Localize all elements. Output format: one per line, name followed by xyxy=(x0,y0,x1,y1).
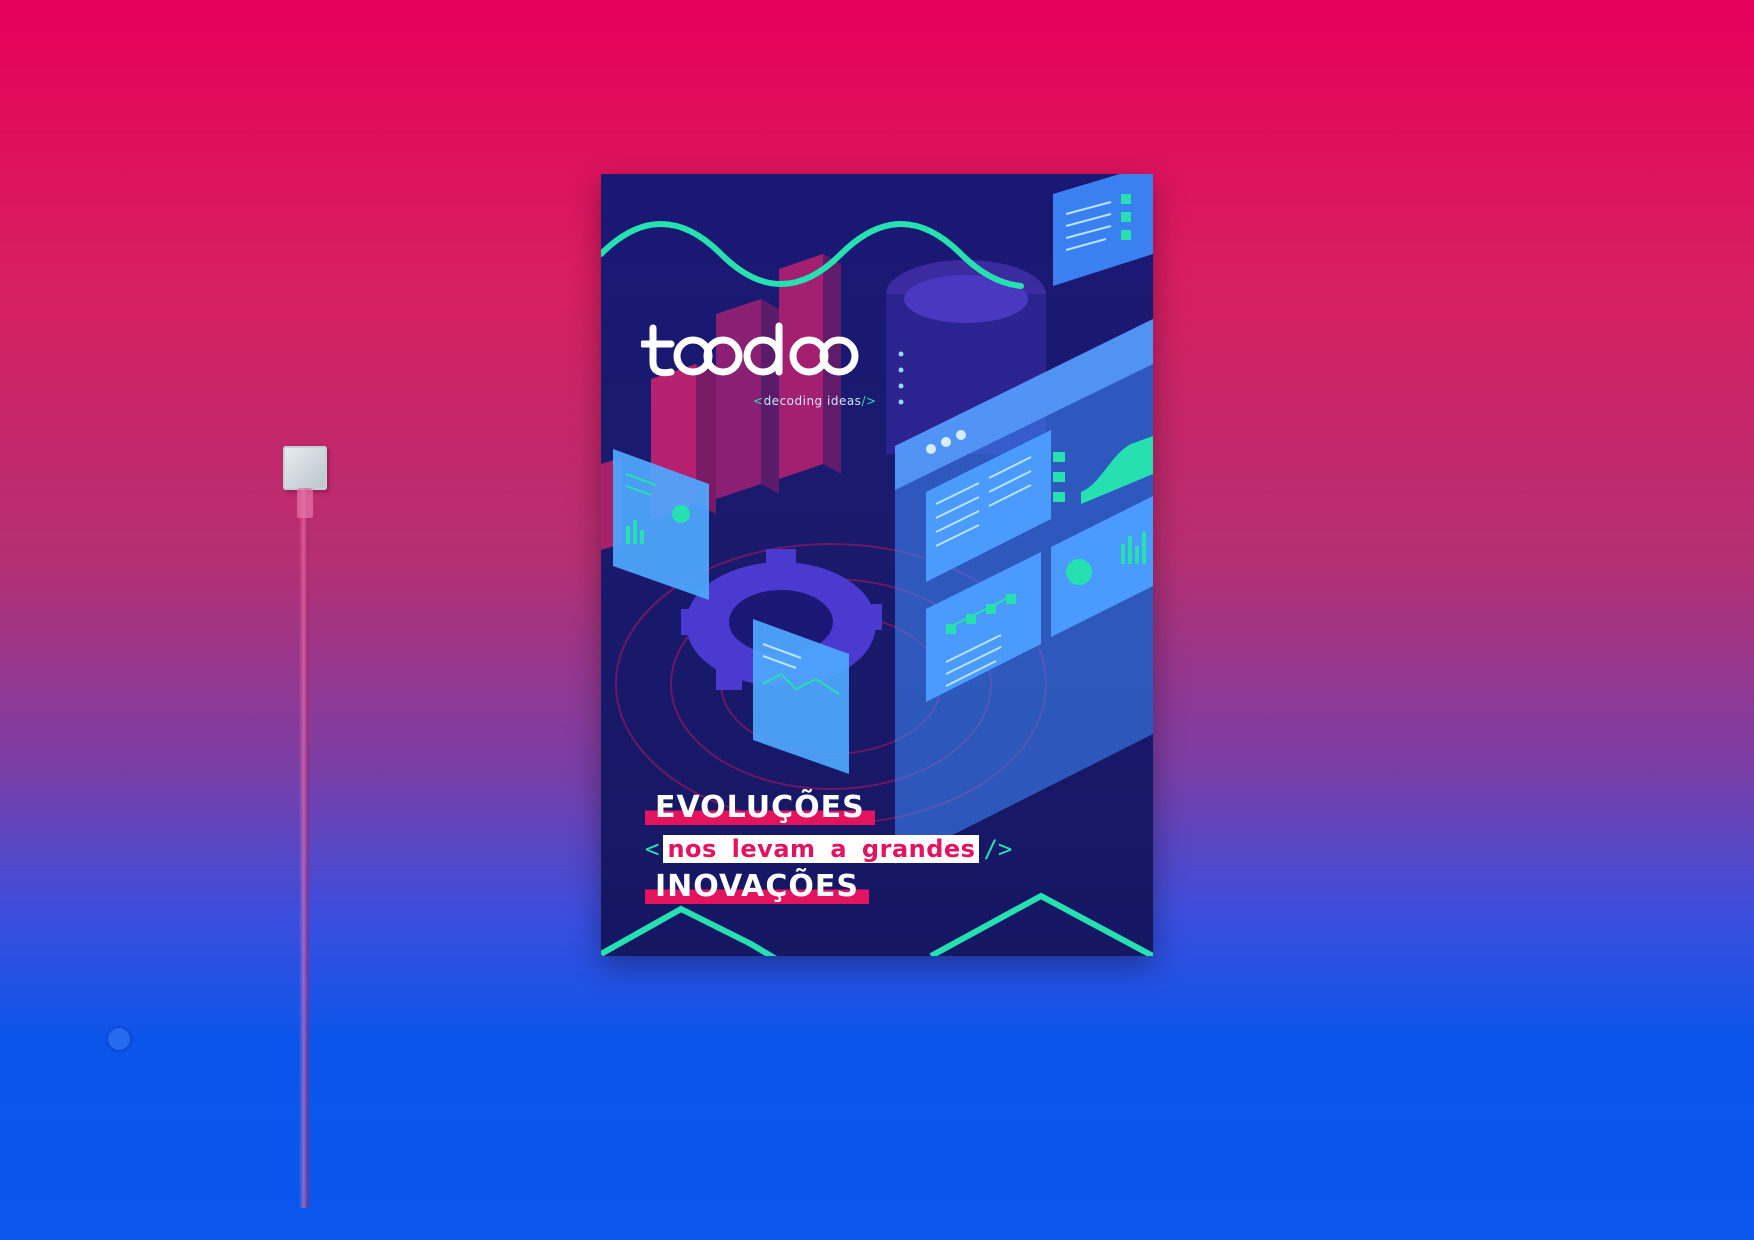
toodoo-logo xyxy=(641,322,859,377)
headline-open-bracket: < xyxy=(645,835,660,863)
toodoo-poster: <decoding ideas/> EVOLUÇÕES < nos levam … xyxy=(601,174,1153,956)
floating-panel-top xyxy=(1053,174,1153,286)
bottom-zigzag xyxy=(601,905,777,956)
tagline-close-bracket: /> xyxy=(861,394,877,408)
tagline-text: decoding ideas xyxy=(763,394,862,408)
wall-pipe xyxy=(297,488,313,1208)
headline-line-2-row: < nos levam a grandes /> xyxy=(645,835,1012,863)
headline-close-bracket: /> xyxy=(983,835,1013,863)
headline-line-3: INOVAÇÕES xyxy=(645,869,869,904)
wall-faucet xyxy=(108,1028,130,1050)
headline-line-2: nos levam a grandes xyxy=(663,835,980,863)
tagline-open-bracket: < xyxy=(753,394,764,408)
logo-tagline: <decoding ideas/> xyxy=(753,394,877,408)
headline-line-1: EVOLUÇÕES xyxy=(645,790,875,825)
poster-headline: EVOLUÇÕES < nos levam a grandes /> INOVA… xyxy=(645,790,1012,904)
wall-junction-box xyxy=(283,446,327,490)
